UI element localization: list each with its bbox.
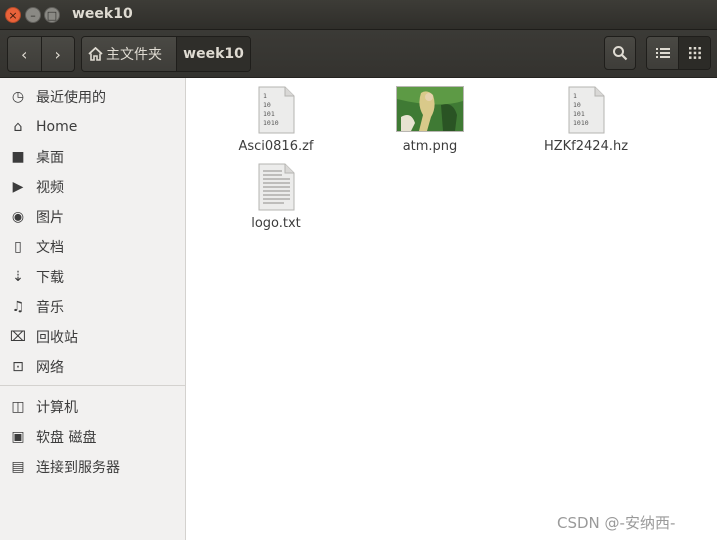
sidebar-item-label: Home (36, 119, 78, 135)
navigation-buttons: ‹ › (7, 36, 75, 72)
sidebar-item-label: 软盘 磁盘 (36, 430, 97, 446)
trash-icon: ⌧ (9, 329, 27, 345)
file-item[interactable]: 1 10 101 1010 Asci0816.zf (221, 86, 331, 154)
sidebar-item-label: 回收站 (36, 330, 78, 346)
binary-line: 101 (263, 110, 275, 118)
sidebar-item-music[interactable]: ♫ 音乐 (0, 293, 185, 321)
toolbar: ‹ › 主文件夹 week10 (0, 30, 717, 78)
binary-line: 1 (263, 92, 267, 100)
home-icon: ⌂ (13, 119, 23, 135)
forward-button[interactable]: › (40, 37, 75, 71)
file-name: logo.txt (251, 216, 301, 231)
network-icon: ⊡ (12, 359, 24, 375)
sidebar-item-label: 计算机 (36, 400, 78, 416)
search-icon (613, 46, 628, 61)
sidebar-item-label: 下载 (36, 270, 64, 286)
breadcrumb-current-label: week10 (183, 46, 244, 62)
minimize-window-button[interactable]: – (25, 7, 41, 23)
computer-icon: ◫ (11, 399, 25, 415)
sidebar-item-trash[interactable]: ⌧ 回收站 (0, 323, 185, 351)
search-button[interactable] (604, 36, 636, 70)
window-title: week10 (72, 6, 133, 22)
folder-icon: ■ (11, 149, 25, 165)
file-view[interactable]: 1 10 101 1010 Asci0816.zf atm.png 1 10 1 (187, 78, 717, 540)
title-bar: × – □ week10 (0, 0, 717, 30)
watermark: CSDN @-安纳西- (557, 514, 676, 532)
sidebar-item-videos[interactable]: ▶ 视频 (0, 173, 185, 201)
sidebar-item-network[interactable]: ⊡ 网络 (0, 353, 185, 381)
grid-view-button[interactable] (678, 37, 710, 69)
sidebar-item-floppy-disk[interactable]: ▣ 软盘 磁盘 (0, 423, 185, 451)
breadcrumb-home[interactable]: 主文件夹 (82, 37, 176, 71)
drive-icon: ▣ (11, 429, 25, 445)
sidebar-item-label: 桌面 (36, 150, 64, 166)
breadcrumb: 主文件夹 week10 (81, 36, 251, 72)
maximize-window-button[interactable]: □ (44, 7, 60, 23)
binary-file-icon: 1 10 101 1010 (568, 86, 605, 134)
file-name: HZKf2424.hz (543, 139, 629, 154)
binary-line: 10 (573, 101, 581, 109)
server-icon: ▤ (11, 459, 25, 475)
sidebar-item-label: 文档 (36, 240, 64, 256)
music-icon: ♫ (11, 299, 25, 315)
file-item[interactable]: logo.txt (221, 163, 331, 231)
sidebar-divider (0, 385, 185, 386)
sidebar-item-home[interactable]: ⌂ Home (0, 113, 185, 141)
sidebar-item-label: 最近使用的 (36, 90, 106, 106)
video-icon: ▶ (12, 179, 24, 195)
sidebar-item-label: 图片 (36, 210, 64, 226)
sidebar-item-desktop[interactable]: ■ 桌面 (0, 143, 185, 171)
text-file-icon (258, 163, 295, 211)
list-view-button[interactable] (647, 37, 678, 69)
breadcrumb-home-label: 主文件夹 (106, 47, 162, 63)
sidebar-item-computer[interactable]: ◫ 计算机 (0, 393, 185, 421)
binary-line: 1010 (573, 119, 589, 127)
binary-line: 10 (263, 101, 271, 109)
binary-line: 1010 (263, 119, 279, 127)
view-mode-toggle (646, 36, 711, 70)
clock-icon: ◷ (11, 89, 25, 105)
binary-line: 1 (573, 92, 577, 100)
back-button[interactable]: ‹ (8, 37, 41, 71)
sidebar-item-connect-server[interactable]: ▤ 连接到服务器 (0, 453, 185, 481)
sidebar-item-recent[interactable]: ◷ 最近使用的 (0, 83, 185, 111)
photo-icon (397, 87, 463, 131)
sidebar-item-documents[interactable]: ▯ 文档 (0, 233, 185, 261)
file-name: atm.png (402, 139, 458, 154)
binary-line: 101 (573, 110, 585, 118)
chevron-left-icon: ‹ (21, 44, 28, 64)
download-icon: ⇣ (12, 269, 24, 285)
camera-icon: ◉ (11, 209, 25, 225)
document-icon: ▯ (14, 239, 22, 255)
sidebar-item-pictures[interactable]: ◉ 图片 (0, 203, 185, 231)
sidebar-item-label: 音乐 (36, 300, 64, 316)
file-item[interactable]: atm.png (375, 86, 485, 154)
sidebar-item-downloads[interactable]: ⇣ 下载 (0, 263, 185, 291)
sidebar: ◷ 最近使用的 ⌂ Home ■ 桌面 ▶ 视频 ◉ 图片 ▯ 文档 ⇣ 下载 … (0, 78, 186, 540)
image-thumbnail (396, 86, 464, 132)
home-icon (88, 47, 103, 61)
list-view-icon (655, 48, 670, 58)
grid-view-icon (688, 47, 701, 59)
sidebar-item-label: 视频 (36, 180, 64, 196)
close-window-button[interactable]: × (5, 7, 21, 23)
file-item[interactable]: 1 10 101 1010 HZKf2424.hz (531, 86, 641, 154)
sidebar-item-label: 连接到服务器 (36, 460, 120, 476)
file-name: Asci0816.zf (238, 139, 314, 154)
chevron-right-icon: › (54, 44, 61, 64)
breadcrumb-current[interactable]: week10 (176, 37, 250, 71)
sidebar-item-label: 网络 (36, 360, 64, 376)
binary-file-icon: 1 10 101 1010 (258, 86, 295, 134)
